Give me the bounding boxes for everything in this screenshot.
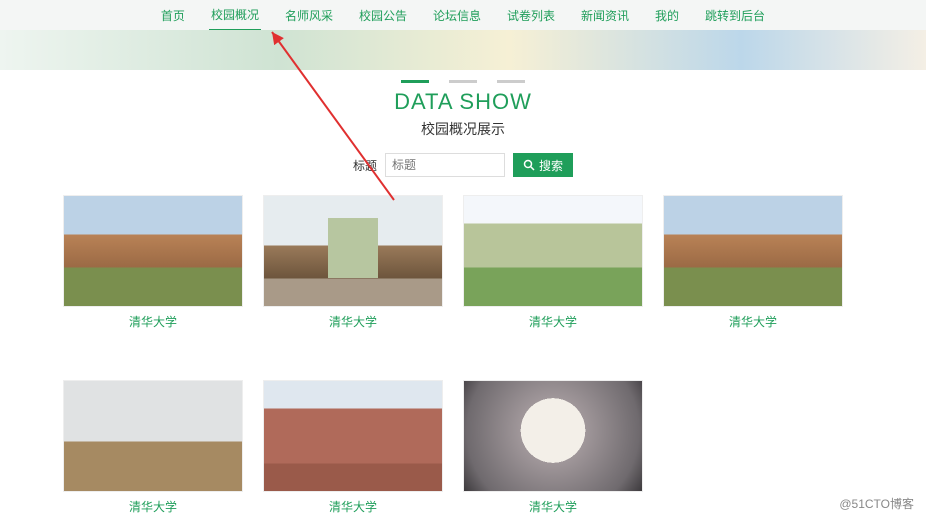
card-grid: 清华大学 清华大学 清华大学 清华大学 清华大学 清华大学 清华大学 — [63, 195, 863, 515]
search-label: 标题 — [353, 157, 377, 174]
watermark: @51CTO博客 — [839, 495, 914, 512]
progress-indicator — [0, 80, 926, 83]
campus-card[interactable]: 清华大学 — [663, 195, 843, 330]
search-icon — [523, 159, 535, 171]
card-caption[interactable]: 清华大学 — [63, 313, 243, 330]
campus-card[interactable]: 清华大学 — [463, 195, 643, 330]
card-caption[interactable]: 清华大学 — [663, 313, 843, 330]
nav-item-teachers[interactable]: 名师风采 — [283, 1, 335, 30]
card-thumbnail — [663, 195, 843, 307]
hero-banner — [0, 30, 926, 70]
search-button[interactable]: 搜索 — [513, 153, 573, 177]
card-thumbnail — [63, 380, 243, 492]
campus-card[interactable]: 清华大学 — [263, 380, 443, 515]
nav-item-campus[interactable]: 校园概况 — [209, 0, 261, 31]
card-caption[interactable]: 清华大学 — [63, 498, 243, 515]
card-thumbnail — [263, 195, 443, 307]
nav-item-home[interactable]: 首页 — [159, 1, 187, 30]
progress-step — [449, 80, 477, 83]
nav-item-forum[interactable]: 论坛信息 — [431, 1, 483, 30]
card-caption[interactable]: 清华大学 — [463, 313, 643, 330]
card-thumbnail — [463, 380, 643, 492]
nav-item-admin[interactable]: 跳转到后台 — [703, 1, 767, 30]
campus-card[interactable]: 清华大学 — [463, 380, 643, 515]
campus-card[interactable]: 清华大学 — [63, 195, 243, 330]
search-input[interactable] — [385, 153, 505, 177]
campus-card[interactable]: 清华大学 — [63, 380, 243, 515]
card-caption[interactable]: 清华大学 — [263, 498, 443, 515]
nav-item-mine[interactable]: 我的 — [653, 1, 681, 30]
progress-step — [401, 80, 429, 83]
card-thumbnail — [263, 380, 443, 492]
nav-item-exams[interactable]: 试卷列表 — [505, 1, 557, 30]
card-thumbnail — [463, 195, 643, 307]
search-bar: 标题 搜索 — [0, 153, 926, 177]
search-button-label: 搜索 — [539, 157, 563, 174]
top-nav: 首页 校园概况 名师风采 校园公告 论坛信息 试卷列表 新闻资讯 我的 跳转到后… — [0, 0, 926, 30]
card-caption[interactable]: 清华大学 — [263, 313, 443, 330]
nav-item-news[interactable]: 新闻资讯 — [579, 1, 631, 30]
section-title-en: DATA SHOW — [0, 89, 926, 115]
nav-item-announcements[interactable]: 校园公告 — [357, 1, 409, 30]
campus-card[interactable]: 清华大学 — [263, 195, 443, 330]
card-caption[interactable]: 清华大学 — [463, 498, 643, 515]
card-thumbnail — [63, 195, 243, 307]
progress-step — [497, 80, 525, 83]
section-title-cn: 校园概况展示 — [0, 119, 926, 139]
